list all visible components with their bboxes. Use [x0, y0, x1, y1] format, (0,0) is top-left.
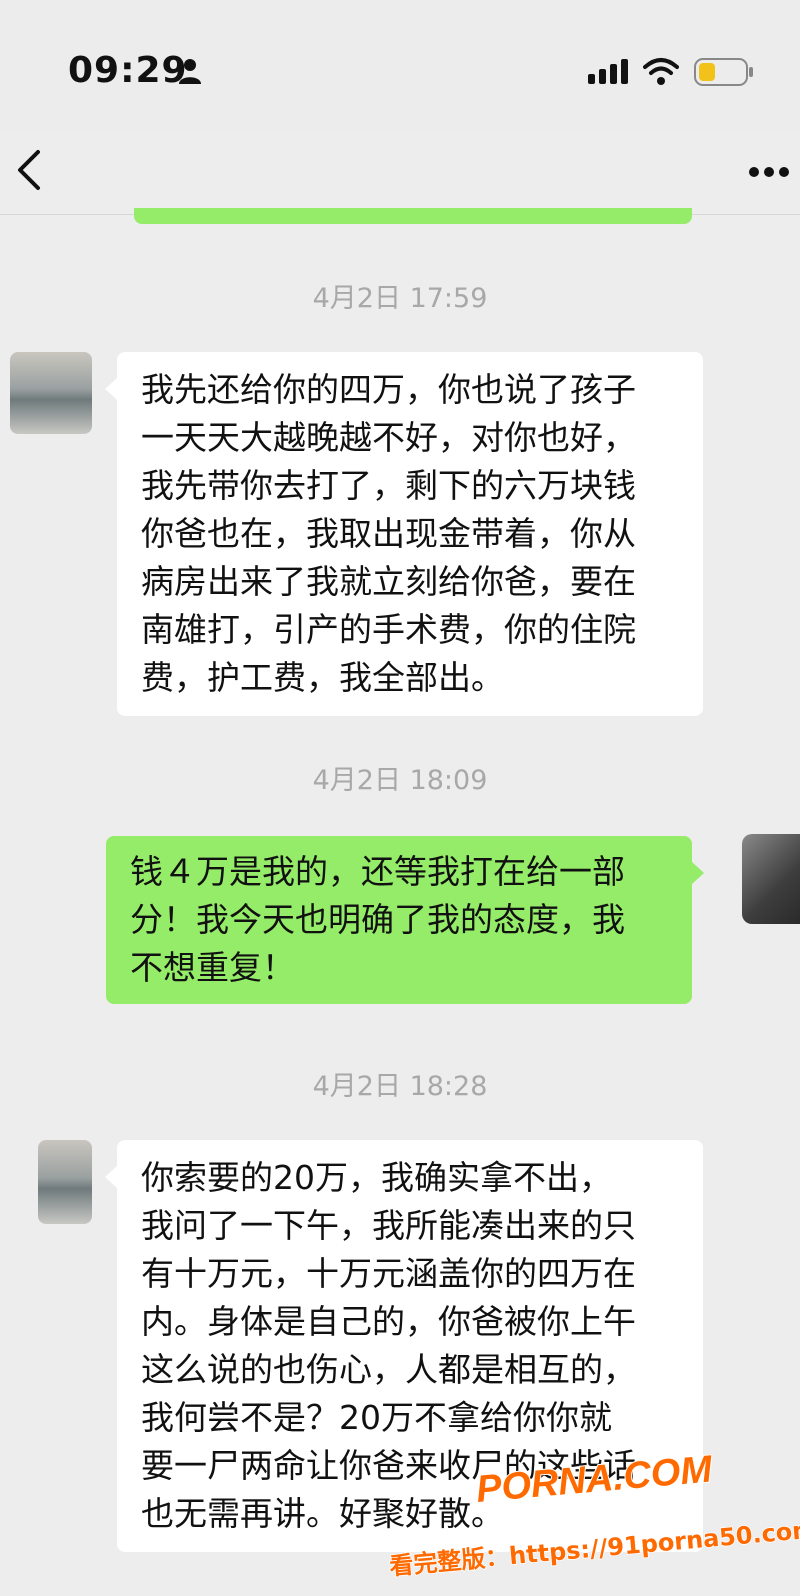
incoming-message-bubble[interactable]: 我先还给你的四万，你也说了孩子 一天天大越晚越不好，对你也好， 我先带你去打了，… — [105, 352, 703, 716]
message-line: 一天天大越晚越不好，对你也好， — [141, 418, 636, 457]
message-line: 我先还给你的四万，你也说了孩子 — [141, 370, 636, 409]
message-line: 你爸也在，我取出现金带着，你从 — [141, 514, 636, 553]
message-line: 南雄打，引产的手术费，你的住院 — [141, 610, 636, 649]
status-bar: 09:29 — [0, 0, 800, 130]
message-line: 钱４万是我的，还等我打在给一部 — [130, 852, 625, 891]
back-icon[interactable] — [14, 148, 44, 192]
incoming-message-bubble[interactable]: 你索要的20万，我确实拿不出， 我问了一下午，我所能凑出来的只 有十万元，十万元… — [105, 1140, 703, 1552]
message-timestamp: 4月2日 17:59 — [312, 283, 488, 314]
contact-avatar[interactable] — [10, 352, 92, 434]
message-line: 病房出来了我就立刻给你爸，要在 — [141, 562, 636, 601]
message-line: 我先带你去打了，剩下的六万块钱 — [141, 466, 636, 505]
message-line: 内。身体是自己的，你爸被你上午 — [141, 1302, 636, 1341]
message-line: 分！我今天也明确了我的态度，我 — [130, 900, 625, 939]
message-timestamp: 4月2日 18:28 — [312, 1071, 488, 1102]
wifi-icon — [643, 58, 679, 85]
more-icon[interactable] — [748, 166, 790, 178]
message-line: 有十万元，十万元涵盖你的四万在 — [141, 1254, 636, 1293]
message-line: 你索要的20万，我确实拿不出， — [141, 1158, 612, 1197]
person-icon — [179, 59, 201, 84]
chat-header — [0, 130, 800, 215]
message-line: 这么说的也伤心，人都是相互的， — [141, 1350, 636, 1389]
message-line: 我问了一下午，我所能凑出来的只 — [141, 1206, 636, 1245]
message-timestamp: 4月2日 18:09 — [312, 765, 488, 796]
signal-icon — [588, 59, 628, 84]
message-line: 也无需再讲。好聚好散。 — [141, 1494, 504, 1533]
message-line: 我何尝不是？20万不拿给你你就 — [141, 1398, 612, 1437]
contact-avatar[interactable] — [38, 1140, 92, 1224]
previous-message-bubble — [134, 208, 692, 224]
message-line: 不想重复！ — [130, 948, 295, 987]
self-avatar[interactable] — [742, 834, 800, 924]
outgoing-message-bubble[interactable]: 钱４万是我的，还等我打在给一部 分！我今天也明确了我的态度，我 不想重复！ — [106, 836, 704, 1004]
message-line: 要一尸两命让你爸来收尸的这些话 — [141, 1446, 636, 1485]
battery-icon — [694, 58, 753, 86]
status-time: 09:29 — [68, 50, 188, 91]
message-line: 费，护工费，我全部出。 — [141, 658, 504, 697]
